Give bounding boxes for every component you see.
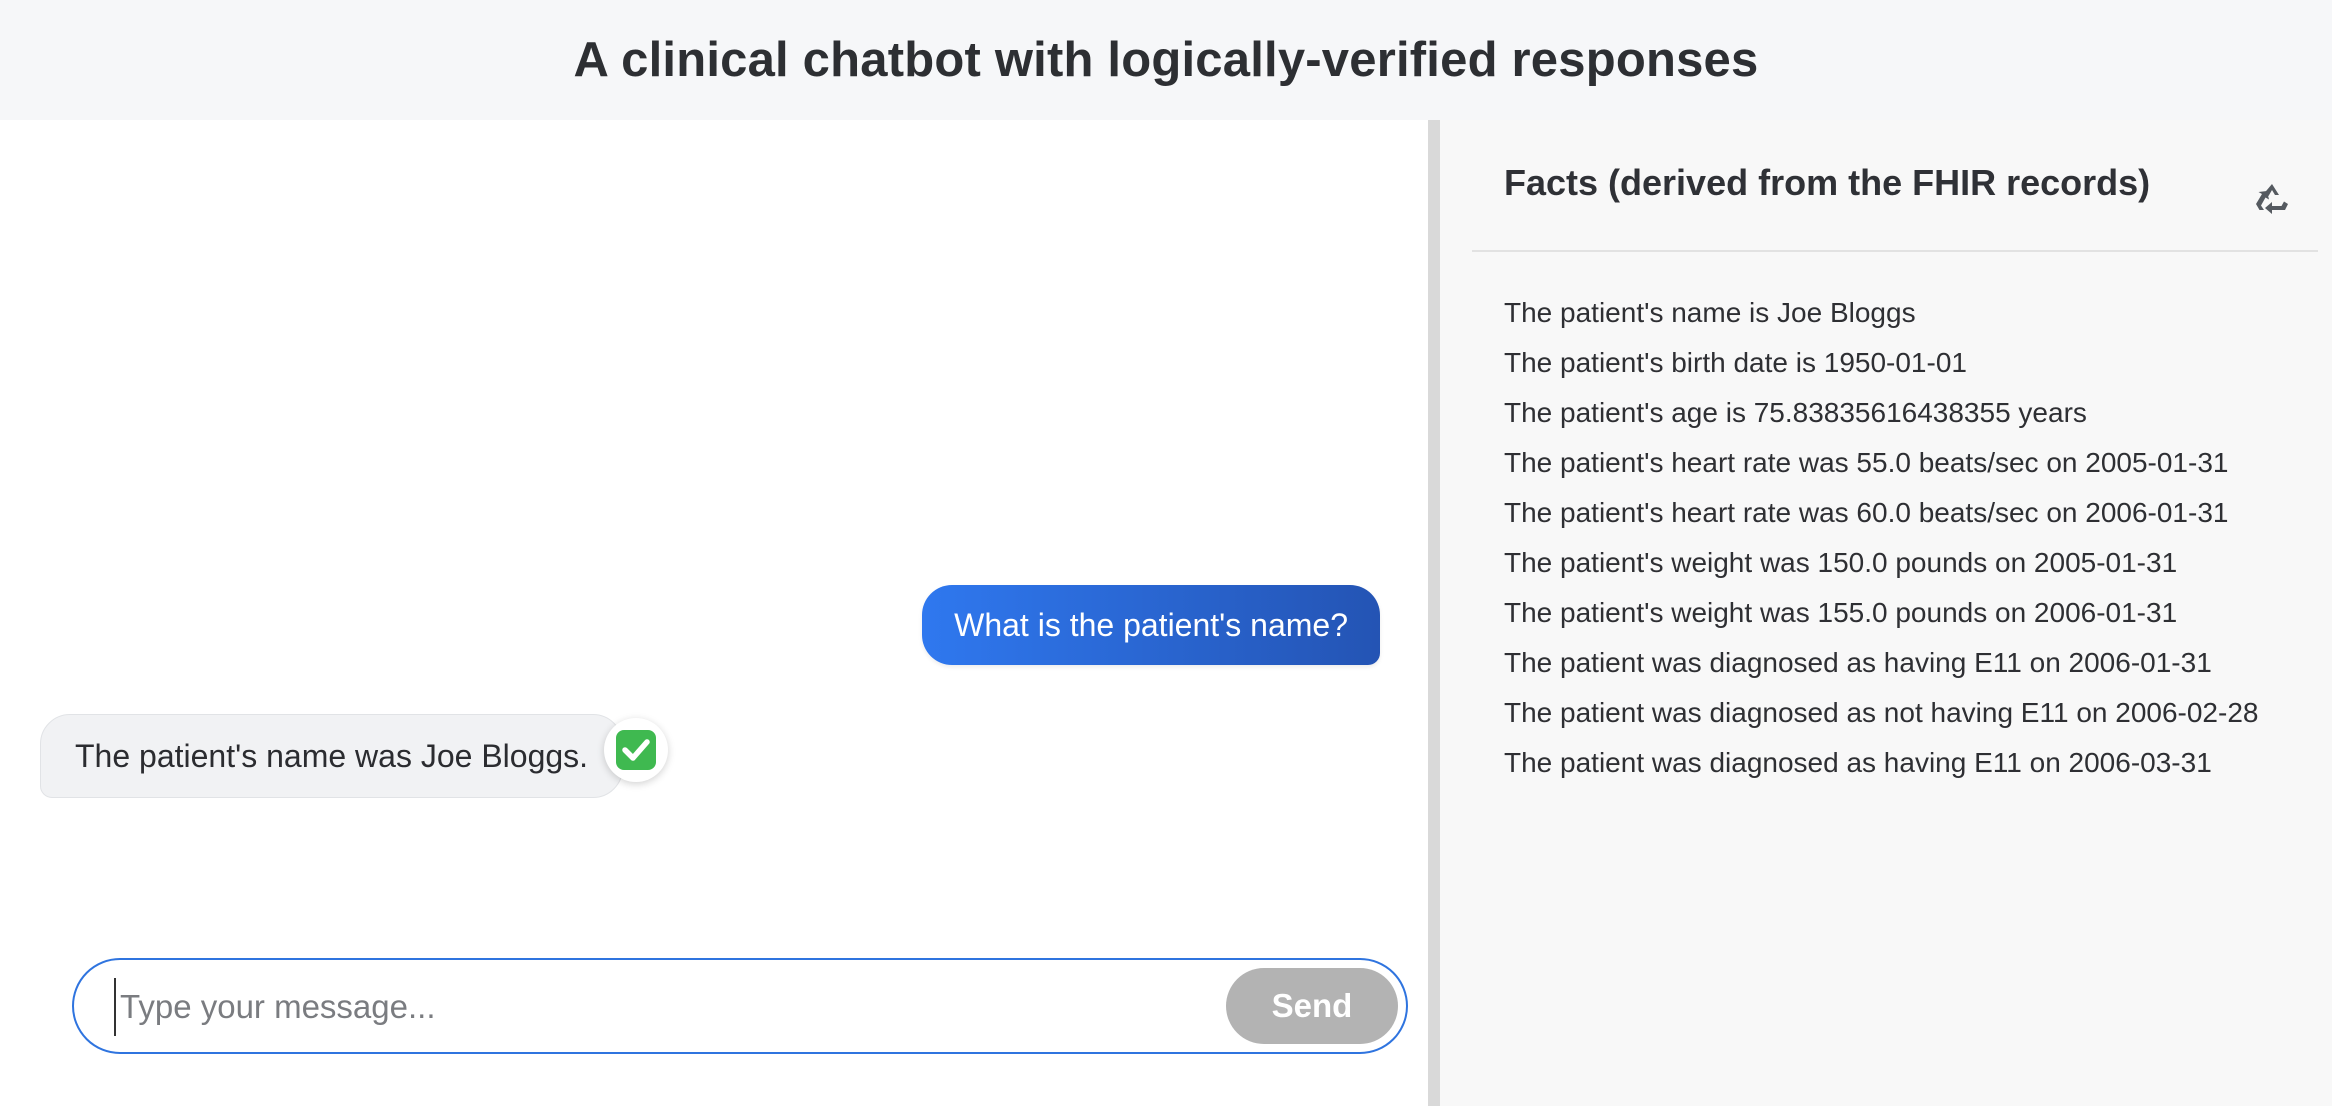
- send-button[interactable]: Send: [1226, 968, 1398, 1044]
- facts-divider: [1472, 250, 2318, 252]
- page-title: A clinical chatbot with logically-verifi…: [573, 33, 1759, 87]
- pane-divider[interactable]: [1428, 120, 1440, 1106]
- fact-item: The patient's weight was 150.0 pounds on…: [1504, 547, 2178, 578]
- refresh-facts-button[interactable]: [2248, 176, 2296, 224]
- facts-title: Facts (derived from the FHIR records): [1504, 162, 2151, 203]
- chat-pane: What is the patient's name? The patient'…: [0, 120, 1428, 1106]
- verified-badge: [604, 718, 668, 782]
- fact-item: The patient was diagnosed as not having …: [1504, 697, 2259, 728]
- fact-item: The patient's name is Joe Bloggs: [1504, 297, 1916, 328]
- check-mark-icon: [616, 730, 656, 770]
- user-message: What is the patient's name?: [922, 585, 1380, 665]
- message-composer: Send: [72, 958, 1408, 1054]
- fact-item: The patient's heart rate was 60.0 beats/…: [1504, 497, 2229, 528]
- app-header: A clinical chatbot with logically-verifi…: [0, 0, 2332, 120]
- fact-item: The patient's age is 75.83835616438355 y…: [1504, 397, 2087, 428]
- fact-item: The patient's heart rate was 55.0 beats/…: [1504, 447, 2229, 478]
- fact-item: The patient's weight was 155.0 pounds on…: [1504, 597, 2178, 628]
- user-message-text: What is the patient's name?: [954, 606, 1348, 643]
- facts-list: The patient's name is Joe Bloggs The pat…: [1504, 292, 2294, 792]
- fact-item: The patient's birth date is 1950-01-01: [1504, 347, 1967, 378]
- fact-item: The patient was diagnosed as having E11 …: [1504, 647, 2212, 678]
- recycle-icon: [2256, 184, 2288, 214]
- facts-panel: Facts (derived from the FHIR records) Th…: [1440, 120, 2332, 1106]
- fact-item: The patient was diagnosed as having E11 …: [1504, 747, 2212, 778]
- message-input[interactable]: [114, 978, 1182, 1036]
- bot-message: The patient's name was Joe Bloggs.: [40, 714, 624, 798]
- bot-message-text: The patient's name was Joe Bloggs.: [75, 737, 589, 774]
